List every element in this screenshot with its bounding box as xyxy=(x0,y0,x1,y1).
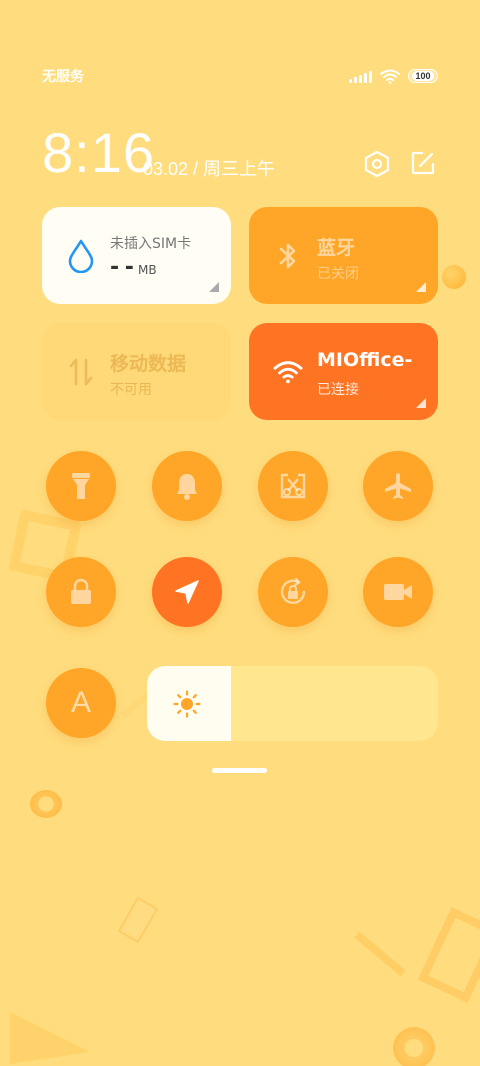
data-usage-value: - - xyxy=(110,255,134,280)
mobile-data-tile[interactable]: 移动数据 不可用 xyxy=(42,323,231,420)
data-arrows-icon xyxy=(66,357,96,387)
water-drop-icon xyxy=(66,239,96,273)
battery-icon: 100 xyxy=(408,69,438,83)
bluetooth-icon xyxy=(273,241,303,271)
mobile-data-usage-tile[interactable]: 未插入SIM卡 - - MB xyxy=(42,207,231,304)
status-icons: 100 xyxy=(349,69,438,84)
location-icon xyxy=(175,580,199,604)
background-decoration xyxy=(354,931,406,977)
wifi-icon xyxy=(380,69,400,84)
auto-brightness-button[interactable]: A xyxy=(46,668,116,738)
edit-icon xyxy=(411,151,435,175)
battery-level: 100 xyxy=(412,71,434,81)
edit-button[interactable] xyxy=(410,150,436,176)
clock-date: 03.02 / 周三上午 xyxy=(143,159,276,179)
background-decoration xyxy=(30,790,62,818)
screen-record-toggle[interactable] xyxy=(363,557,433,627)
expand-corner-icon xyxy=(416,398,426,408)
video-camera-icon xyxy=(384,584,412,600)
ringer-toggle[interactable] xyxy=(152,451,222,521)
bluetooth-title: 蓝牙 xyxy=(317,237,356,259)
flashlight-toggle[interactable] xyxy=(46,451,116,521)
signal-icon xyxy=(349,69,372,83)
wifi-tile[interactable]: MIOffice- 已连接 xyxy=(249,323,438,420)
settings-icon xyxy=(364,150,390,178)
background-decoration xyxy=(10,1012,90,1064)
lock-screen-toggle[interactable] xyxy=(46,557,116,627)
background-decoration xyxy=(442,265,466,289)
flashlight-icon xyxy=(72,473,90,499)
settings-button[interactable] xyxy=(364,150,390,178)
wifi-icon xyxy=(273,357,303,387)
data-usage-unit: MB xyxy=(138,263,157,277)
clock-time: 8:16 xyxy=(42,121,155,184)
background-decoration xyxy=(393,1027,435,1066)
auto-rotate-toggle[interactable] xyxy=(258,557,328,627)
bluetooth-status: 已关闭 xyxy=(317,266,359,282)
expand-corner-icon xyxy=(416,282,426,292)
bell-icon xyxy=(177,474,197,500)
lock-icon xyxy=(71,578,91,604)
background-decoration xyxy=(117,896,159,944)
location-toggle[interactable] xyxy=(152,557,222,627)
sim-status-label: 未插入SIM卡 xyxy=(110,236,192,252)
mobile-data-title: 移动数据 xyxy=(110,353,187,375)
airplane-icon xyxy=(385,473,411,499)
sun-icon xyxy=(173,690,201,718)
expand-corner-icon xyxy=(209,282,219,292)
brightness-slider[interactable] xyxy=(147,666,438,741)
mobile-data-status: 不可用 xyxy=(110,382,152,398)
wifi-network-name: MIOffice- xyxy=(317,349,413,371)
airplane-mode-toggle[interactable] xyxy=(363,451,433,521)
status-bar: 无服务 100 xyxy=(42,64,438,88)
bluetooth-tile[interactable]: 蓝牙 已关闭 xyxy=(249,207,438,304)
panel-handle[interactable] xyxy=(212,768,267,773)
carrier-label: 无服务 xyxy=(42,68,84,84)
auto-brightness-label: A xyxy=(70,686,91,719)
rotate-lock-icon xyxy=(280,577,306,604)
screenshot-toggle[interactable] xyxy=(258,451,328,521)
wifi-status: 已连接 xyxy=(317,382,359,398)
background-decoration xyxy=(417,907,480,1003)
screenshot-icon xyxy=(280,473,306,499)
